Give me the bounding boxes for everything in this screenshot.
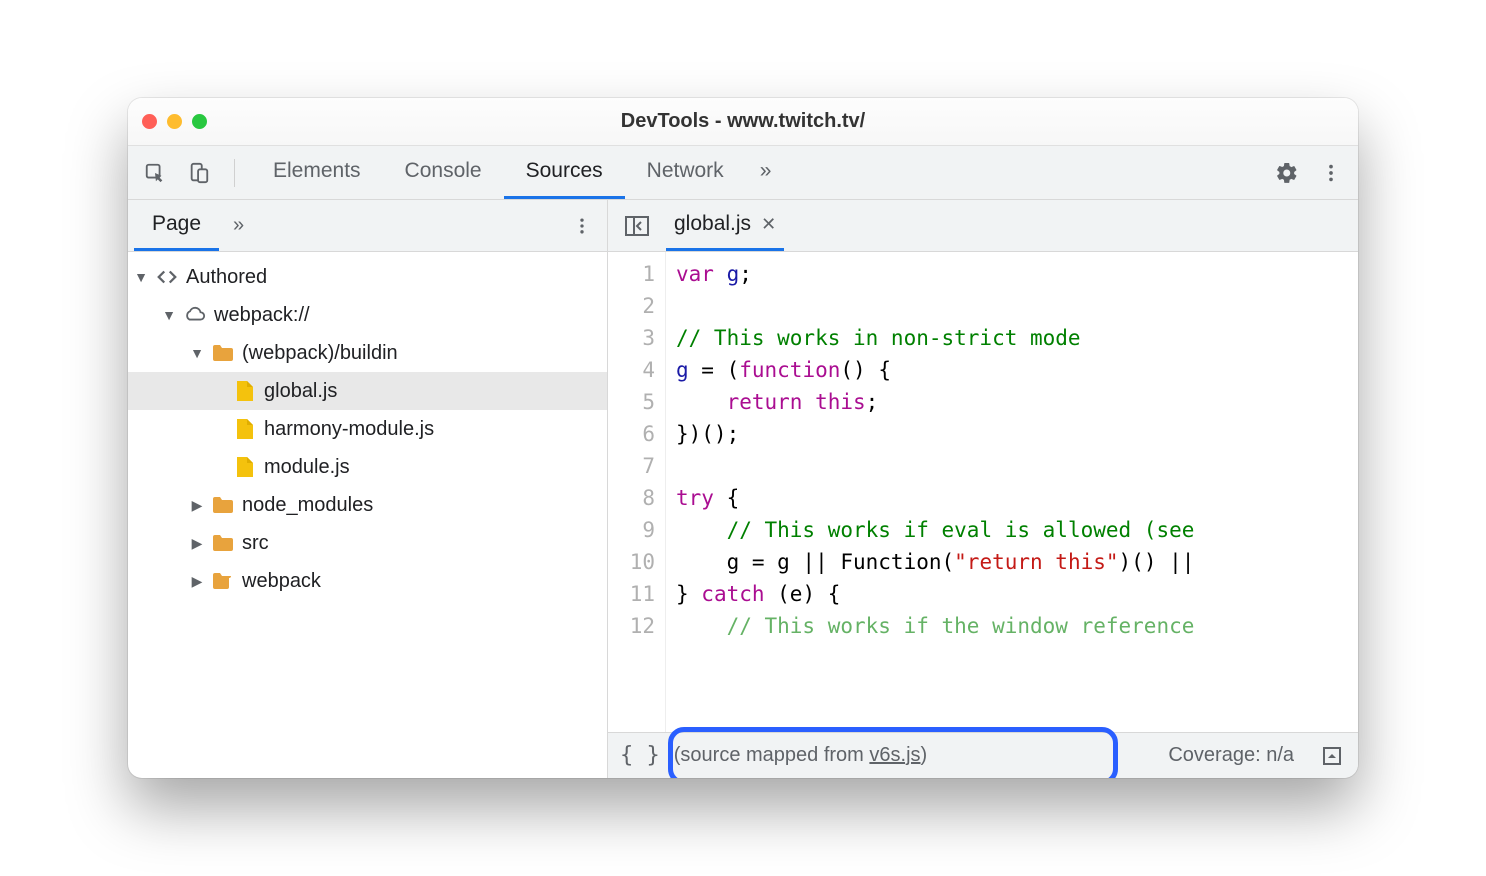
tree-label: node_modules [242,494,373,517]
file-icon [234,380,256,402]
editor-tabstrip: global.js ✕ [608,200,1358,252]
close-tab-icon[interactable]: ✕ [761,214,776,235]
pretty-print-button[interactable]: { } [620,743,660,768]
code-content: var g; // This works in non-strict mode … [666,252,1358,732]
tab-console[interactable]: Console [383,146,504,199]
tree-folder-webpack[interactable]: ▶ webpack [128,562,607,600]
navigator-tabs: Page » [128,200,607,252]
toggle-navigator-icon[interactable] [618,207,656,245]
tree-label: webpack [242,570,321,593]
tree-label: harmony-module.js [264,418,434,441]
editor-tab-global[interactable]: global.js ✕ [666,200,784,251]
chevron-down-icon: ▼ [162,307,176,323]
file-icon [234,418,256,440]
main-toolbar: Elements Console Sources Network » [128,146,1358,200]
tab-elements[interactable]: Elements [251,146,383,199]
line-gutter: 123456789101112 [608,252,666,732]
tree-label: (webpack)/buildin [242,342,398,365]
kebab-menu-icon[interactable] [1312,154,1350,192]
separator [234,159,235,187]
navigator-panel: Page » ▼ Authored ▼ [128,200,608,778]
panel-tabs: Elements Console Sources Network » [251,146,785,199]
tree-webpack-origin[interactable]: ▼ webpack:// [128,296,607,334]
tree-root-authored[interactable]: ▼ Authored [128,258,607,296]
chevron-right-icon: ▶ [190,497,204,514]
tree-label: webpack:// [214,304,310,327]
navigator-tab-page[interactable]: Page [134,200,219,251]
cloud-icon [184,304,206,326]
devtools-window: DevTools - www.twitch.tv/ Elements Conso… [128,98,1358,778]
minimize-window-button[interactable] [167,114,182,129]
folder-icon [212,570,234,592]
editor-tab-label: global.js [674,212,751,236]
tab-sources[interactable]: Sources [504,146,625,199]
tree-file-module[interactable]: module.js [128,448,607,486]
code-editor[interactable]: 123456789101112 var g; // This works in … [608,252,1358,732]
navigator-tabs-overflow[interactable]: » [219,214,258,237]
source-map-link[interactable]: v6s.js [869,744,920,766]
chevron-right-icon: ▶ [190,535,204,552]
settings-gear-icon[interactable] [1268,154,1306,192]
coverage-label: Coverage: n/a [1168,744,1294,767]
code-brackets-icon [156,266,178,288]
folder-icon [212,532,234,554]
tree-label: global.js [264,380,337,403]
editor-panel: global.js ✕ 123456789101112 var g; // Th… [608,200,1358,778]
tree-file-global[interactable]: global.js [128,372,607,410]
tree-folder-src[interactable]: ▶ src [128,524,607,562]
tabs-overflow[interactable]: » [746,146,786,199]
window-controls [142,114,207,129]
folder-icon [212,494,234,516]
tree-label: src [242,532,269,555]
tab-network[interactable]: Network [625,146,746,199]
tree-label: Authored [186,266,267,289]
source-mapped-label: (source mapped from v6s.js) [674,744,927,767]
inspect-element-icon[interactable] [136,154,174,192]
file-icon [234,456,256,478]
chevron-right-icon: ▶ [190,573,204,590]
editor-statusbar: { } (source mapped from v6s.js) Coverage… [608,732,1358,778]
device-toolbar-icon[interactable] [180,154,218,192]
navigator-kebab-icon[interactable] [563,207,601,245]
folder-icon [212,342,234,364]
close-window-button[interactable] [142,114,157,129]
tree-folder-node-modules[interactable]: ▶ node_modules [128,486,607,524]
tree-label: module.js [264,456,350,479]
tree-file-harmony[interactable]: harmony-module.js [128,410,607,448]
show-drawer-icon[interactable] [1318,742,1346,770]
titlebar: DevTools - www.twitch.tv/ [128,98,1358,146]
chevron-down-icon: ▼ [190,345,204,361]
tree-folder-buildin[interactable]: ▼ (webpack)/buildin [128,334,607,372]
content-area: Page » ▼ Authored ▼ [128,200,1358,778]
window-title: DevTools - www.twitch.tv/ [128,110,1358,133]
zoom-window-button[interactable] [192,114,207,129]
file-tree: ▼ Authored ▼ webpack:// ▼ [128,252,607,778]
chevron-down-icon: ▼ [134,269,148,285]
